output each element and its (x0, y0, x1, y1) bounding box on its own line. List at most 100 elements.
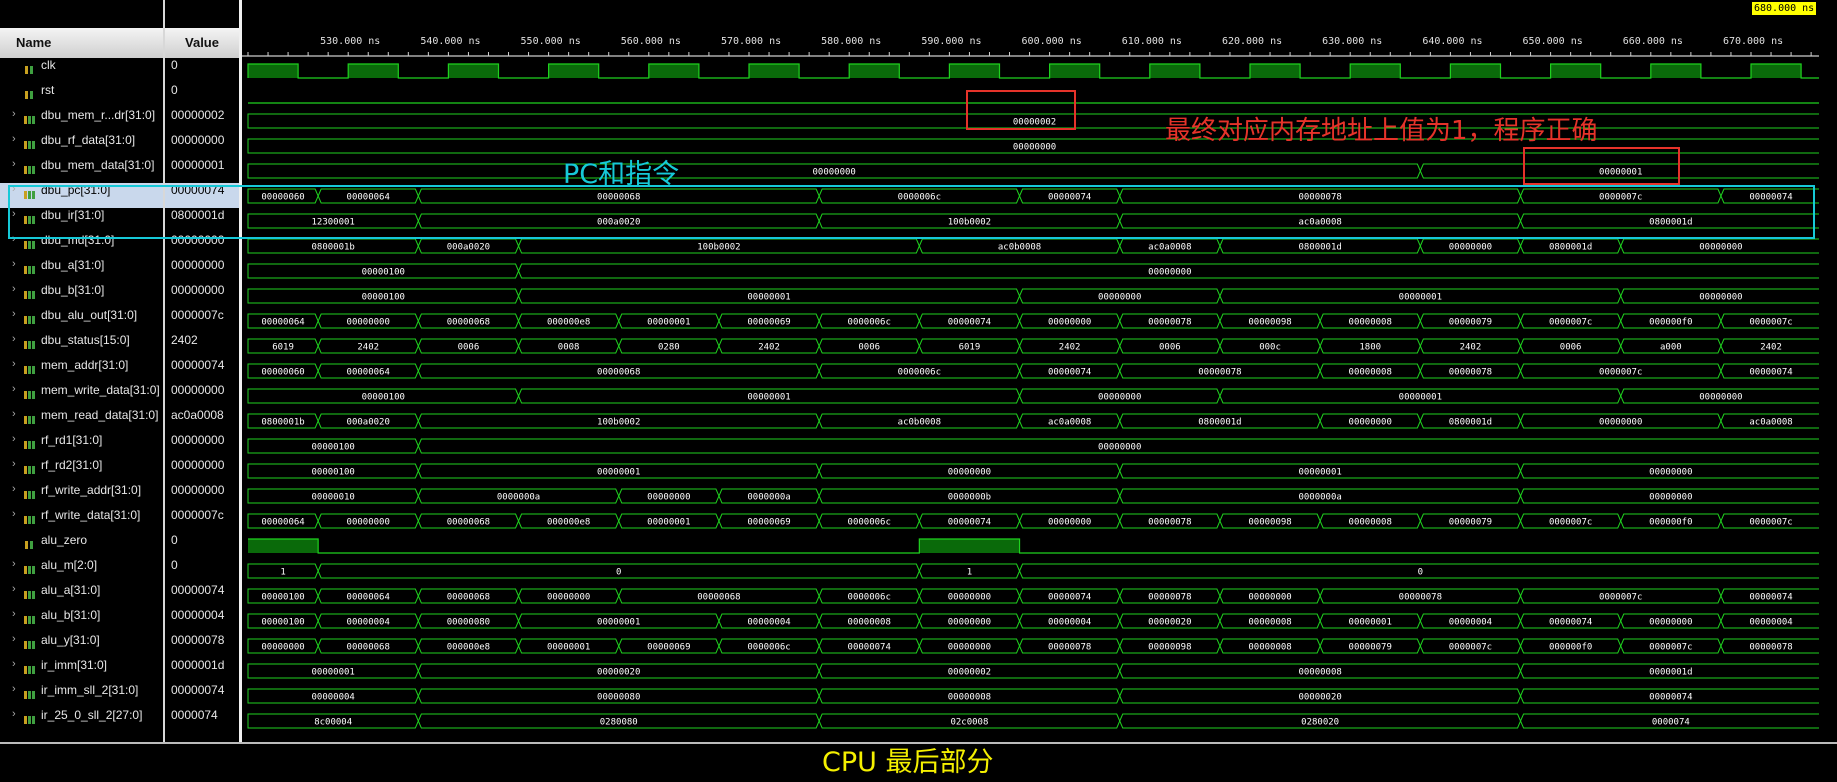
signal-value[interactable]: 2402 (165, 333, 239, 358)
expand-chevron-icon[interactable]: › (12, 583, 16, 595)
expand-chevron-icon[interactable]: › (12, 608, 16, 620)
signal-name: rf_rd2[31:0] (41, 458, 103, 472)
signal-value[interactable]: 0000074 (165, 708, 239, 733)
signal-value[interactable]: 00000000 (165, 483, 239, 508)
signal-row[interactable]: › alu_b[31:0] (0, 608, 163, 633)
expand-chevron-icon[interactable]: › (12, 558, 16, 570)
bus-value-label: 00000074 (1549, 618, 1592, 628)
signal-value[interactable]: 00000000 (165, 233, 239, 258)
signal-row[interactable]: › dbu_pc[31:0] (0, 183, 163, 208)
expand-chevron-icon[interactable]: › (12, 333, 16, 345)
signal-value[interactable]: 00000000 (165, 283, 239, 308)
signal-value[interactable]: 00000078 (165, 633, 239, 658)
expand-chevron-icon[interactable]: › (12, 408, 16, 420)
signal-value[interactable]: 0 (165, 83, 239, 108)
expand-chevron-icon[interactable]: › (12, 183, 16, 195)
expand-chevron-icon[interactable]: › (12, 108, 16, 120)
signal-value[interactable]: 0 (165, 558, 239, 583)
bus-value-label: 0800001b (261, 418, 304, 428)
name-column-header[interactable]: Name (0, 28, 163, 58)
signal-value[interactable]: 0000007c (165, 308, 239, 333)
signal-value[interactable]: 0000001d (165, 658, 239, 683)
signal-value[interactable]: 00000074 (165, 683, 239, 708)
expand-chevron-icon[interactable]: › (12, 133, 16, 145)
signal-row[interactable]: › dbu_rf_data[31:0] (0, 133, 163, 158)
signal-row[interactable]: › dbu_alu_out[31:0] (0, 308, 163, 333)
signal-row[interactable]: › mem_addr[31:0] (0, 358, 163, 383)
expand-chevron-icon[interactable]: › (12, 633, 16, 645)
signal-row[interactable]: › rf_rd2[31:0] (0, 458, 163, 483)
signal-row[interactable]: › dbu_ir[31:0] (0, 208, 163, 233)
signal-row[interactable]: › dbu_status[15:0] (0, 333, 163, 358)
signal-value[interactable]: 0 (165, 58, 239, 83)
signal-value[interactable]: 00000000 (165, 133, 239, 158)
signal-row[interactable]: › ir_imm[31:0] (0, 658, 163, 683)
expand-chevron-icon[interactable]: › (12, 458, 16, 470)
signal-row[interactable]: › rf_write_addr[31:0] (0, 483, 163, 508)
bus-value-label: ac0b0008 (998, 243, 1041, 253)
signal-value[interactable]: 0800001d (165, 208, 239, 233)
signal-value[interactable]: 00000074 (165, 358, 239, 383)
expand-chevron-icon[interactable]: › (12, 383, 16, 395)
signal-value[interactable]: ac0a0008 (165, 408, 239, 433)
signal-row[interactable]: clk (0, 58, 163, 83)
signal-row[interactable]: › dbu_a[31:0] (0, 258, 163, 283)
expand-chevron-icon[interactable]: › (12, 158, 16, 170)
vertical-scrollbar[interactable] (1819, 58, 1837, 742)
expand-chevron-icon[interactable]: › (12, 433, 16, 445)
signal-row[interactable]: alu_zero (0, 533, 163, 558)
signal-value[interactable]: 00000004 (165, 608, 239, 633)
signal-value[interactable]: 00000000 (165, 433, 239, 458)
expand-chevron-icon[interactable]: › (12, 283, 16, 295)
bus-value-label: 00000008 (848, 618, 891, 628)
bus-value-label: 12300001 (311, 218, 354, 228)
expand-chevron-icon[interactable]: › (12, 208, 16, 220)
signal-row[interactable]: › dbu_mem_r...dr[31:0] (0, 108, 163, 133)
signal-row[interactable]: › rf_rd1[31:0] (0, 433, 163, 458)
signal-row[interactable]: rst (0, 83, 163, 108)
bus-value-label: 00000000 (261, 643, 304, 653)
bus-value-label: 6019 (959, 343, 981, 353)
value-column-header[interactable]: Value (165, 28, 239, 58)
signal-row[interactable]: › alu_a[31:0] (0, 583, 163, 608)
bus-value-label: ac0a0008 (1148, 243, 1191, 253)
expand-chevron-icon[interactable]: › (12, 658, 16, 670)
signal-row[interactable]: › mem_read_data[31:0] (0, 408, 163, 433)
signal-row[interactable]: › alu_m[2:0] (0, 558, 163, 583)
bus-value-label: 0800001d (1549, 243, 1592, 253)
expand-chevron-icon[interactable]: › (12, 483, 16, 495)
bus-value-label: 00000074 (1749, 593, 1792, 603)
signal-row[interactable]: › mem_write_data[31:0] (0, 383, 163, 408)
signal-value[interactable]: 00000000 (165, 458, 239, 483)
expand-chevron-icon[interactable]: › (12, 258, 16, 270)
signal-row[interactable]: › dbu_b[31:0] (0, 283, 163, 308)
bus-value-label: 00000004 (747, 618, 790, 628)
signal-row[interactable]: › ir_25_0_sll_2[27:0] (0, 708, 163, 733)
expand-chevron-icon[interactable]: › (12, 683, 16, 695)
bus-value-label: 00000069 (747, 518, 790, 528)
bus-signal-icon (24, 641, 35, 649)
signal-value[interactable]: 00000000 (165, 383, 239, 408)
signal-row[interactable]: › ir_imm_sll_2[31:0] (0, 683, 163, 708)
signal-name: alu_a[31:0] (41, 583, 101, 597)
expand-chevron-icon[interactable]: › (12, 708, 16, 720)
bus-value-label: 00000100 (362, 293, 405, 303)
bus-value-label: 00000098 (1148, 643, 1191, 653)
expand-chevron-icon[interactable]: › (12, 308, 16, 320)
signal-value[interactable]: 00000074 (165, 183, 239, 208)
signal-value[interactable]: 00000074 (165, 583, 239, 608)
signal-value[interactable]: 0 (165, 533, 239, 558)
expand-chevron-icon[interactable]: › (12, 358, 16, 370)
signal-value[interactable]: 00000001 (165, 158, 239, 183)
expand-chevron-icon[interactable]: › (12, 233, 16, 245)
signal-value[interactable]: 00000002 (165, 108, 239, 133)
signal-value[interactable]: 00000000 (165, 258, 239, 283)
expand-chevron-icon[interactable]: › (12, 508, 16, 520)
signal-row[interactable]: › alu_y[31:0] (0, 633, 163, 658)
clock-high-fill (548, 64, 599, 78)
signal-row[interactable]: › rf_write_data[31:0] (0, 508, 163, 533)
bus-value-label: 00000002 (948, 668, 991, 678)
signal-value[interactable]: 0000007c (165, 508, 239, 533)
signal-row[interactable]: › dbu_mem_data[31:0] (0, 158, 163, 183)
signal-row[interactable]: › dbu_md[31:0] (0, 233, 163, 258)
